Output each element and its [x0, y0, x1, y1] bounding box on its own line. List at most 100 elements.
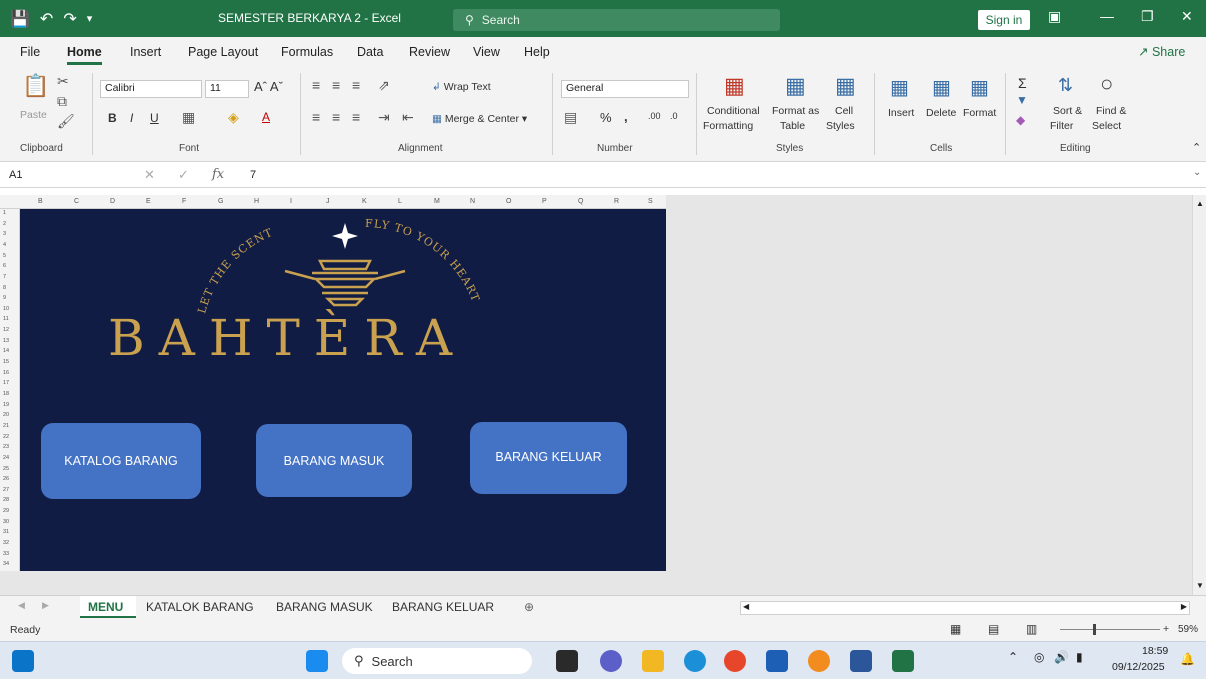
- row-header[interactable]: 27: [3, 487, 9, 493]
- bold-icon[interactable]: B: [108, 111, 117, 125]
- row-header[interactable]: 1: [3, 210, 6, 216]
- wrap-text-button[interactable]: ↲ Wrap Text: [432, 81, 491, 93]
- normal-view-icon[interactable]: ▦: [950, 622, 961, 636]
- ribbon-display-icon[interactable]: ▣: [1048, 8, 1061, 25]
- tab-data[interactable]: Data: [357, 45, 383, 59]
- format-as-label-1[interactable]: Format as: [772, 105, 819, 117]
- cell-styles-icon[interactable]: ▦: [835, 73, 856, 99]
- row-header[interactable]: 14: [3, 348, 9, 354]
- column-header[interactable]: E: [146, 198, 151, 205]
- vertical-scrollbar[interactable]: ▲ ▼: [1192, 195, 1206, 595]
- tab-review[interactable]: Review: [409, 45, 450, 59]
- task-view-icon[interactable]: [556, 650, 578, 672]
- format-cells-icon[interactable]: ▦: [970, 75, 989, 100]
- prev-sheet-icon[interactable]: ◀: [18, 600, 25, 611]
- column-header[interactable]: F: [182, 198, 186, 205]
- cut-icon[interactable]: ✂: [57, 73, 69, 90]
- row-header[interactable]: 23: [3, 444, 9, 450]
- scroll-left-icon[interactable]: ◀: [743, 602, 749, 611]
- cell-styles-label-1[interactable]: Cell: [835, 105, 853, 117]
- percent-icon[interactable]: %: [600, 110, 612, 125]
- collapse-ribbon-icon[interactable]: ⌃: [1192, 141, 1201, 154]
- taskbar-search[interactable]: ⚲ Search: [342, 648, 532, 674]
- tab-formulas[interactable]: Formulas: [281, 45, 333, 59]
- column-header[interactable]: J: [326, 198, 330, 205]
- column-header[interactable]: O: [506, 198, 511, 205]
- tab-file[interactable]: File: [20, 45, 40, 59]
- tab-view[interactable]: View: [473, 45, 500, 59]
- font-size-combo[interactable]: 11: [205, 80, 249, 98]
- redo-icon[interactable]: ↷: [63, 9, 76, 29]
- row-header[interactable]: 32: [3, 540, 9, 546]
- cell-styles-label-2[interactable]: Styles: [826, 120, 855, 132]
- row-header[interactable]: 34: [3, 561, 9, 567]
- restore-icon[interactable]: ❐: [1141, 8, 1154, 25]
- row-header[interactable]: 33: [3, 551, 9, 557]
- start-icon[interactable]: [306, 650, 328, 672]
- clock-date[interactable]: 09/12/2025: [1112, 661, 1165, 673]
- insert-cells-label[interactable]: Insert: [888, 107, 914, 119]
- row-header[interactable]: 8: [3, 285, 6, 291]
- column-header[interactable]: H: [254, 198, 259, 205]
- row-header[interactable]: 16: [3, 370, 9, 376]
- store-icon[interactable]: [766, 650, 788, 672]
- column-header[interactable]: N: [470, 198, 475, 205]
- column-header[interactable]: K: [362, 198, 367, 205]
- row-header[interactable]: 2: [3, 221, 6, 227]
- clear-icon[interactable]: ◆: [1016, 113, 1025, 127]
- italic-icon[interactable]: I: [130, 111, 133, 125]
- sort-filter-label-2[interactable]: Filter: [1050, 120, 1073, 132]
- column-header[interactable]: P: [542, 198, 547, 205]
- comma-icon[interactable]: ,: [624, 109, 628, 124]
- copy-icon[interactable]: ⧉: [57, 93, 67, 110]
- format-as-table-icon[interactable]: ▦: [785, 73, 806, 99]
- insert-function-icon[interactable]: fx: [212, 167, 224, 182]
- find-select-icon[interactable]: ○: [1100, 71, 1113, 97]
- formula-input[interactable]: 7: [250, 169, 256, 181]
- row-header[interactable]: 7: [3, 274, 6, 280]
- edge-icon[interactable]: [684, 650, 706, 672]
- row-header[interactable]: 12: [3, 327, 9, 333]
- align-middle-icon[interactable]: ≡: [332, 77, 340, 93]
- delete-cells-label[interactable]: Delete: [926, 107, 956, 119]
- volume-icon[interactable]: 🔊: [1054, 650, 1069, 664]
- sort-filter-label-1[interactable]: Sort &: [1053, 105, 1082, 117]
- expand-formula-icon[interactable]: ⌄: [1193, 167, 1201, 178]
- zoom-slider[interactable]: [1060, 629, 1160, 630]
- row-header[interactable]: 22: [3, 434, 9, 440]
- tab-insert[interactable]: Insert: [130, 45, 161, 59]
- search-input[interactable]: ⚲ Search: [453, 9, 780, 31]
- network-icon[interactable]: ◎: [1034, 650, 1044, 664]
- page-break-view-icon[interactable]: ▥: [1026, 622, 1037, 636]
- align-center-icon[interactable]: ≡: [332, 109, 340, 125]
- tab-home[interactable]: Home: [67, 45, 102, 65]
- font-color-icon[interactable]: A: [262, 110, 270, 124]
- column-header[interactable]: I: [290, 198, 292, 205]
- tray-overflow-icon[interactable]: ⌃: [1008, 650, 1018, 664]
- sheet-tab-barang-keluar[interactable]: BARANG KELUAR: [392, 600, 494, 614]
- row-header[interactable]: 4: [3, 242, 6, 248]
- zoom-level[interactable]: 59%: [1178, 624, 1198, 635]
- column-header[interactable]: C: [74, 198, 79, 205]
- row-header[interactable]: 24: [3, 455, 9, 461]
- conditional-formatting-icon[interactable]: ▦: [724, 73, 745, 99]
- zoom-in-icon[interactable]: +: [1163, 623, 1169, 635]
- tab-page-layout[interactable]: Page Layout: [188, 45, 258, 59]
- row-header[interactable]: 6: [3, 263, 6, 269]
- row-header[interactable]: 25: [3, 466, 9, 472]
- insert-cells-icon[interactable]: ▦: [890, 75, 909, 100]
- file-explorer-icon[interactable]: [642, 650, 664, 672]
- merge-center-button[interactable]: ▦ Merge & Center ▾: [432, 113, 527, 125]
- chat-icon[interactable]: [600, 650, 622, 672]
- align-bottom-icon[interactable]: ≡: [352, 77, 360, 93]
- row-header[interactable]: 18: [3, 391, 9, 397]
- format-as-label-2[interactable]: Table: [780, 120, 805, 132]
- tab-help[interactable]: Help: [524, 45, 550, 59]
- row-header[interactable]: 10: [3, 306, 9, 312]
- row-header[interactable]: 20: [3, 412, 9, 418]
- indent-icon[interactable]: ⇥: [378, 109, 390, 126]
- fill-color-icon[interactable]: ◈: [228, 109, 239, 126]
- outdent-icon[interactable]: ⇤: [402, 109, 414, 126]
- cancel-icon[interactable]: ✕: [144, 167, 155, 183]
- row-header[interactable]: 31: [3, 529, 9, 535]
